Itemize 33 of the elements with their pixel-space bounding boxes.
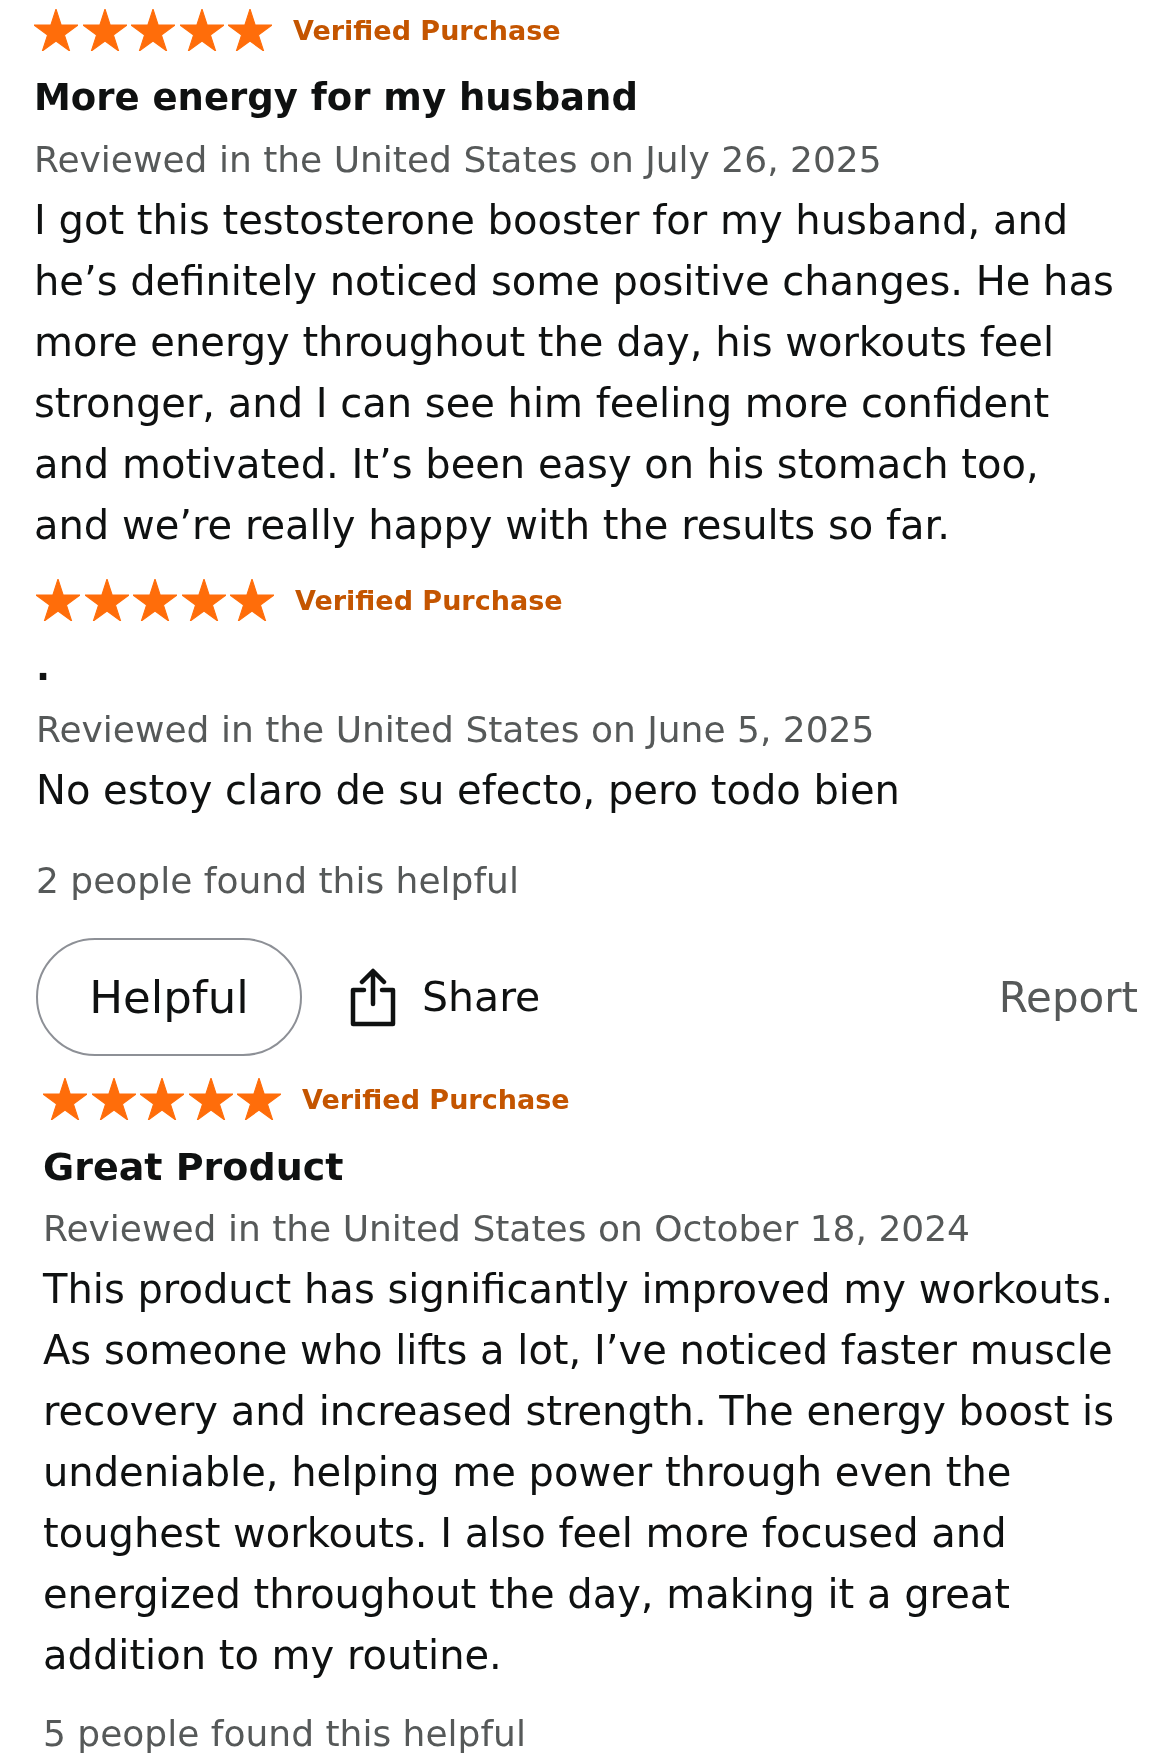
- verified-purchase-label: Verified Purchase: [302, 1083, 570, 1115]
- review-text: This product has significantly improved my workouts. As someone who lifts a lot, I’ve noticed faster muscle recovery and increased strength. The energy boost is undeniable, helping me power through even the toughest workouts. I also feel more focused and energized throughout the day, making it a great addition to my routine.: [43, 1265, 1116, 1680]
- review-title: .: [36, 645, 52, 691]
- helpful-count: 2 people found this helpful: [36, 859, 520, 903]
- share-icon: [349, 967, 397, 1027]
- star-icon: [179, 9, 224, 51]
- star-icon: [230, 579, 274, 621]
- helpful-button[interactable]: Helpful: [36, 938, 302, 1056]
- star-icon: [140, 1078, 184, 1120]
- star-icon: [84, 579, 129, 621]
- star-icon: [91, 1078, 136, 1120]
- star-icon: [237, 1078, 281, 1120]
- review-date: Reviewed in the United States on July 26, 2025: [34, 138, 883, 182]
- review-date: Reviewed in the United States on October 18, 2024: [43, 1207, 971, 1251]
- review-title: Great Product: [43, 1144, 345, 1191]
- star-icon: [228, 9, 272, 51]
- review-title: More energy for my husband: [34, 75, 639, 121]
- review-date: Reviewed in the United States on June 5, 2025: [36, 708, 876, 752]
- star-icon: [181, 579, 226, 621]
- star-icon: [43, 1078, 87, 1120]
- star-icon: [133, 579, 177, 621]
- share-button[interactable]: Share: [349, 967, 541, 1027]
- verified-purchase-label: Verified Purchase: [293, 14, 561, 46]
- star-icon: [188, 1078, 233, 1120]
- report-link[interactable]: Report: [998, 972, 1138, 1022]
- star-icon: [34, 9, 78, 51]
- star-icon: [36, 579, 80, 621]
- star-icon: [131, 9, 175, 51]
- review-text: No estoy claro de su efecto, pero todo bien: [36, 766, 901, 815]
- helpful-count: 5 people found this helpful: [43, 1712, 527, 1755]
- verified-purchase-label: Verified Purchase: [295, 584, 563, 616]
- star-icon: [82, 9, 127, 51]
- review-text: I got this testosterone booster for my husband, and he’s definitely noticed some positive changes. He has more energy throughout the day, his workouts feel stronger, and I can see him feeling more confident and motivated. It’s been easy on his stomach too, and we’re really happy with the results so far.: [34, 196, 1115, 550]
